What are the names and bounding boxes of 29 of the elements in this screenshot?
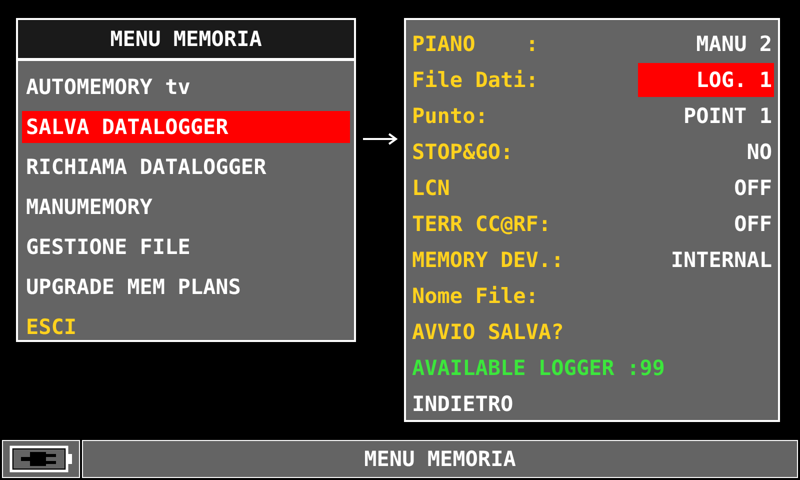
- arrow-icon: [362, 132, 398, 146]
- setting-value[interactable]: LOG. 1: [638, 63, 774, 97]
- menu-item[interactable]: GESTIONE FILE: [22, 227, 350, 267]
- setting-value[interactable]: MANU 2: [688, 27, 774, 61]
- setting-value[interactable]: INTERNAL: [662, 243, 774, 277]
- menu-title: MENU MEMORIA: [18, 20, 354, 61]
- setting-label[interactable]: Punto:: [412, 104, 488, 128]
- setting-label[interactable]: Nome File:: [412, 284, 538, 308]
- setting-label[interactable]: STOP&GO:: [412, 140, 514, 164]
- setting-label[interactable]: LCN: [412, 176, 450, 200]
- battery-plug-icon: [8, 445, 74, 473]
- menu-item[interactable]: MANUMEMORY: [22, 187, 350, 227]
- setting-value[interactable]: POINT 1: [675, 99, 774, 133]
- setting-label[interactable]: PIANO :: [412, 32, 538, 56]
- setting-label[interactable]: File Dati:: [412, 68, 538, 92]
- setting-value[interactable]: OFF: [726, 171, 774, 205]
- menu-item[interactable]: RICHIAMA DATALOGGER: [22, 147, 350, 187]
- setting-label[interactable]: TERR CC@RF:: [412, 212, 552, 236]
- menu-item[interactable]: ESCI: [22, 307, 350, 347]
- menu-item[interactable]: SALVA DATALOGGER: [22, 111, 350, 143]
- setting-label[interactable]: AVVIO SALVA?: [412, 320, 564, 344]
- setting-value[interactable]: OFF: [726, 207, 774, 241]
- setting-label[interactable]: MEMORY DEV.:: [412, 248, 564, 272]
- menu-item[interactable]: UPGRADE MEM PLANS: [22, 267, 350, 307]
- status-title: MENU MEMORIA: [82, 440, 798, 478]
- setting-value[interactable]: NO: [738, 135, 774, 169]
- setting-label[interactable]: INDIETRO: [412, 392, 514, 416]
- setting-label[interactable]: AVAILABLE LOGGER :99: [412, 356, 665, 380]
- menu-item[interactable]: AUTOMEMORY tv: [22, 67, 350, 107]
